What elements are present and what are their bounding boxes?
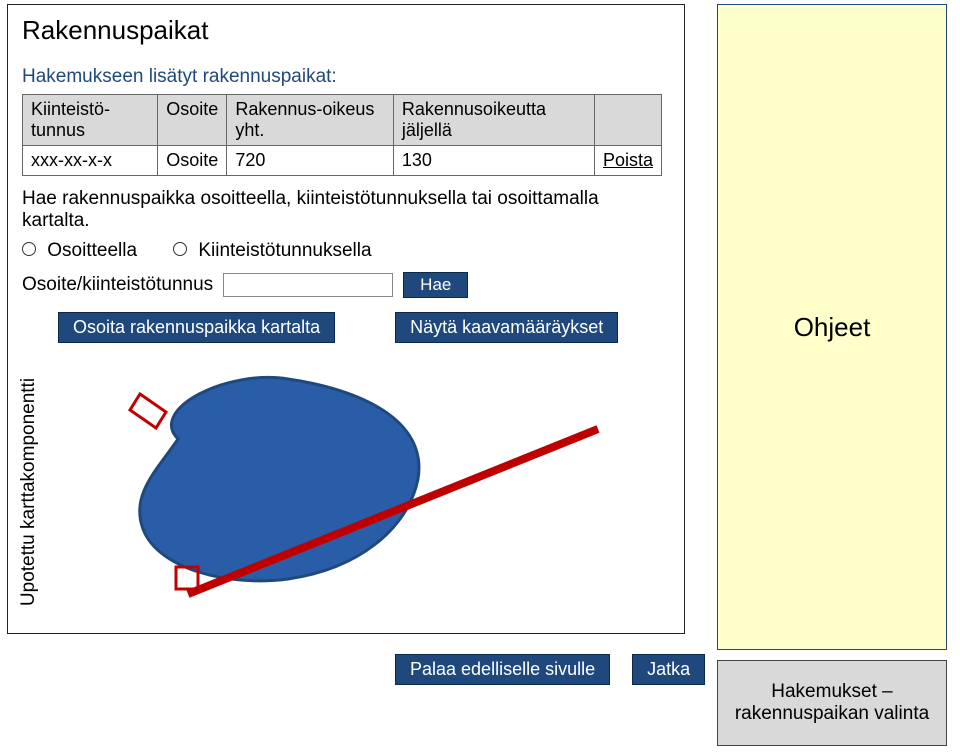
poista-link[interactable]: Poista [603, 150, 653, 170]
rakennuspaikat-table: Kiinteistö-tunnus Osoite Rakennus-oikeus… [22, 94, 662, 176]
nayta-kaavamaaraykset-button[interactable]: Näytä kaavamääräykset [395, 312, 618, 343]
th-jaljella: Rakennusoikeutta jäljellä [393, 95, 594, 146]
radio-label: Kiinteistötunnuksella [198, 240, 371, 261]
osoita-kartalta-button[interactable]: Osoita rakennuspaikka kartalta [58, 312, 335, 343]
radio-icon [22, 242, 36, 256]
page-title: Rakennuspaikat [22, 15, 670, 46]
bottom-buttons: Palaa edelliselle sivulle Jatka [395, 654, 705, 685]
cell-yht: 720 [227, 146, 394, 176]
table-row: xxx-xx-x-x Osoite 720 130 Poista [23, 146, 662, 176]
cell-osoite: Osoite [158, 146, 227, 176]
th-osoite: Osoite [158, 95, 227, 146]
jatka-button[interactable]: Jatka [632, 654, 705, 685]
ohjeet-panel: Ohjeet [717, 4, 947, 650]
th-empty [594, 95, 661, 146]
ohjeet-label: Ohjeet [794, 312, 871, 343]
th-oikeus: Rakennus-oikeus yht. [227, 95, 394, 146]
radio-label: Osoitteella [47, 240, 137, 261]
building-icon [130, 394, 166, 428]
cell-jalj: 130 [393, 146, 594, 176]
radio-icon [173, 242, 187, 256]
subtitle: Hakemukseen lisätyt rakennuspaikat: [22, 66, 670, 88]
main-panel: Rakennuspaikat Hakemukseen lisätyt raken… [7, 4, 685, 634]
search-input[interactable] [223, 273, 393, 297]
hae-button[interactable]: Hae [403, 272, 468, 298]
map-svg[interactable] [58, 349, 618, 629]
info-panel: Hakemukset – rakennuspaikan valinta [717, 660, 947, 746]
cell-poista: Poista [594, 146, 661, 176]
th-kiinteisto: Kiinteistö-tunnus [23, 95, 158, 146]
radio-group: Osoitteella Kiinteistötunnuksella [22, 240, 670, 262]
table-header-row: Kiinteistö-tunnus Osoite Rakennus-oikeus… [23, 95, 662, 146]
map-section: Upotettu karttakomponentti Osoita rakenn… [22, 312, 670, 634]
search-label: Osoite/kiinteistötunnus [22, 274, 213, 296]
search-row: Osoite/kiinteistötunnus Hae [22, 272, 670, 298]
radio-osoitteella[interactable]: Osoitteella [22, 240, 137, 262]
search-hint: Hae rakennuspaikka osoitteella, kiinteis… [22, 188, 670, 232]
info-label: Hakemukset – rakennuspaikan valinta [718, 681, 946, 725]
radio-kiinteistotunnuksella[interactable]: Kiinteistötunnuksella [173, 240, 372, 262]
cell-kiinteisto: xxx-xx-x-x [23, 146, 158, 176]
lake-shape [140, 377, 419, 580]
map-vertical-label: Upotettu karttakomponentti [18, 342, 40, 642]
palaa-button[interactable]: Palaa edelliselle sivulle [395, 654, 610, 685]
